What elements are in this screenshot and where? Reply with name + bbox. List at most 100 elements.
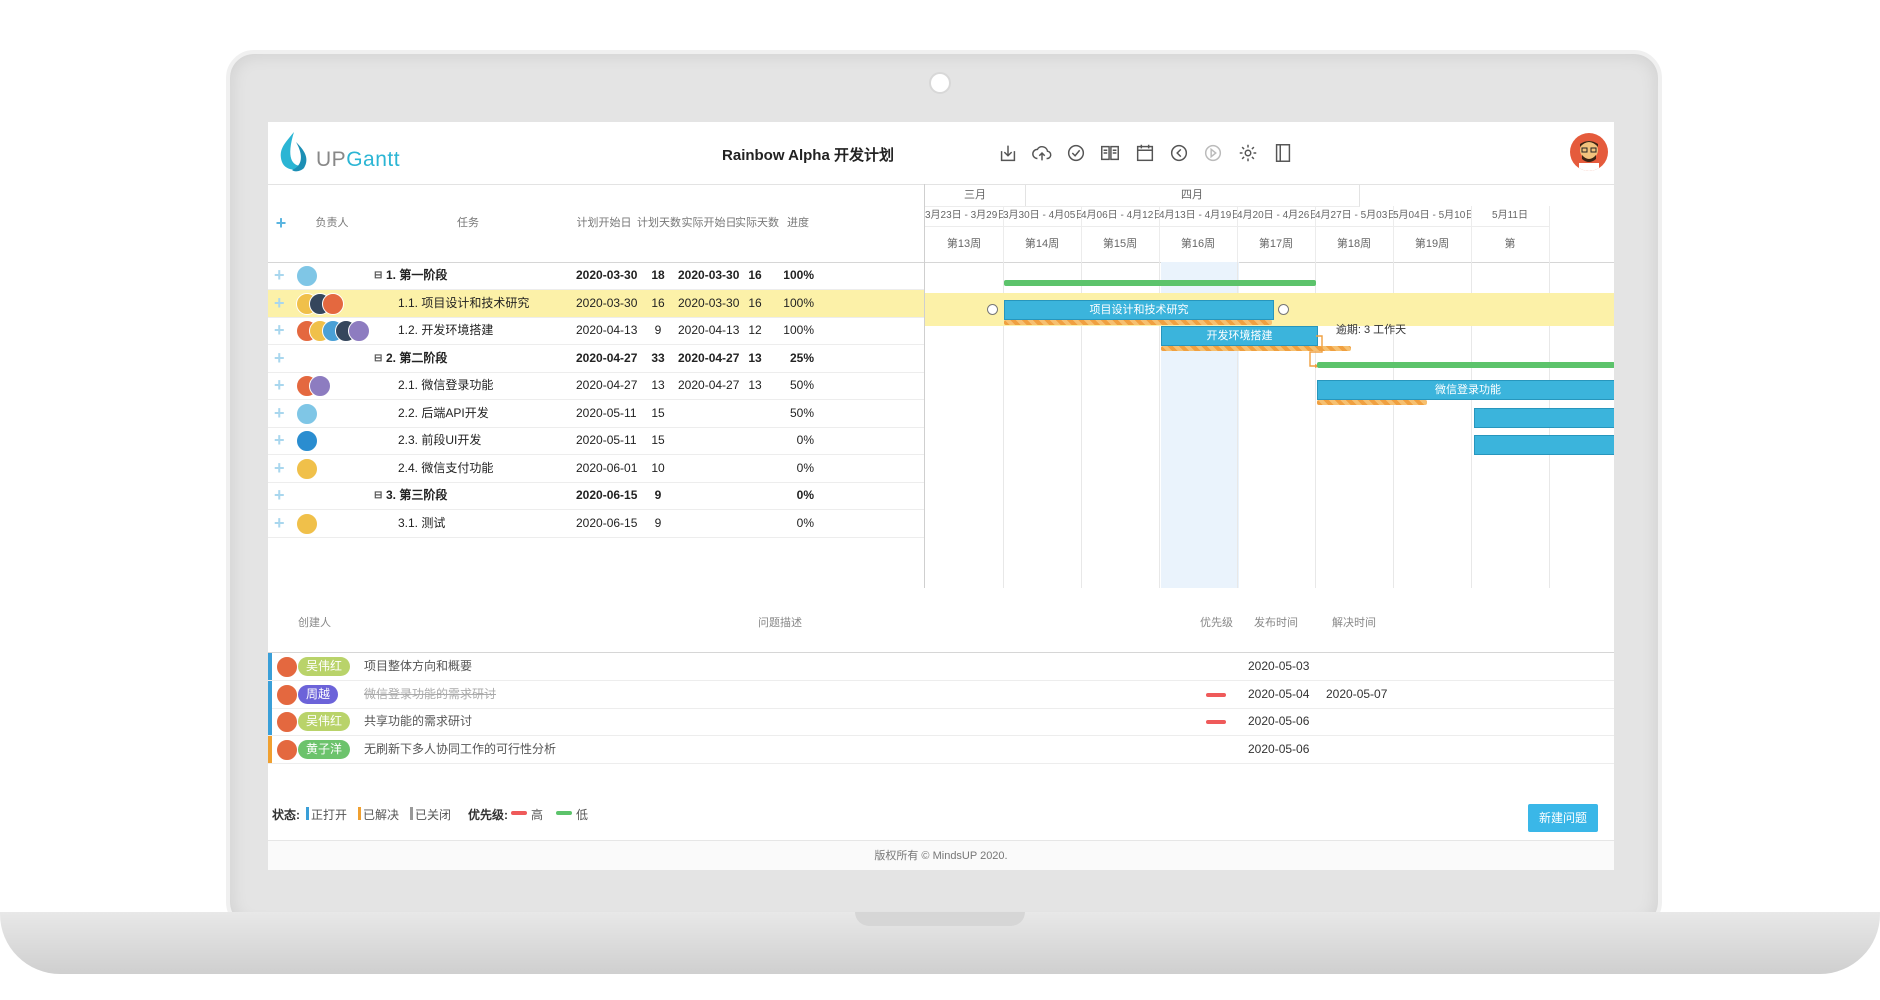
task-name[interactable]: 1.2. 开发环境搭建	[398, 317, 493, 344]
issue-list-header: 创建人 问题描述 优先级 发布时间 解决时间	[268, 588, 1614, 653]
task-name[interactable]: 1.1. 项目设计和技术研究	[398, 290, 529, 317]
owner-avatar[interactable]	[309, 375, 331, 397]
actual-days	[745, 482, 765, 509]
add-subtask-icon[interactable]: +	[274, 290, 285, 317]
legend-high-swatch	[511, 811, 527, 815]
calendar-icon[interactable]	[1132, 140, 1158, 166]
add-subtask-icon[interactable]: +	[274, 400, 285, 427]
owner-avatar[interactable]	[296, 457, 318, 480]
task-row[interactable]: +2.4. 微信支付功能 2020-06-01 10 0%	[268, 455, 924, 483]
task-bar-frontend-ui[interactable]	[1474, 435, 1614, 455]
task-row[interactable]: +2.2. 后端API开发 2020-05-11 15 50%	[268, 400, 924, 428]
add-subtask-icon[interactable]: +	[274, 455, 285, 482]
issue-row[interactable]: 周越 微信登录功能的需求研讨 2020-05-04 2020-05-07	[268, 680, 1614, 709]
collapse-icon[interactable]: ⊟	[374, 262, 382, 289]
add-task-icon[interactable]: +	[272, 184, 290, 262]
creator-avatar	[276, 656, 298, 678]
add-subtask-icon[interactable]: +	[274, 317, 285, 344]
owner-avatar[interactable]	[296, 265, 318, 287]
add-subtask-icon[interactable]: +	[274, 510, 285, 537]
play-icon[interactable]	[1200, 140, 1226, 166]
collapse-icon[interactable]: ⊟	[374, 345, 382, 372]
actual-bar-design	[1004, 320, 1272, 325]
cloud-upload-icon[interactable]	[1029, 140, 1055, 166]
add-subtask-icon[interactable]: +	[274, 427, 285, 454]
add-subtask-icon[interactable]: +	[274, 345, 285, 372]
issue-row[interactable]: 吴伟红 项目整体方向和概要 2020-05-03	[268, 653, 1614, 681]
phase2-summary-bar[interactable]	[1317, 362, 1614, 368]
issue-row[interactable]: 黄子洋 无刷新下多人协同工作的可行性分析 2020-05-06	[268, 735, 1614, 764]
week-range: 3月30日 - 4月05日	[1003, 206, 1082, 227]
task-bar-devenv[interactable]: 开发环境搭建	[1161, 326, 1318, 346]
download-icon[interactable]	[995, 140, 1021, 166]
header-priority: 优先级	[1200, 617, 1233, 629]
task-row[interactable]: +3.1. 测试 2020-06-15 9 0%	[268, 510, 924, 538]
owner-avatar[interactable]	[296, 512, 318, 535]
gear-icon[interactable]	[1235, 140, 1261, 166]
owner-avatar[interactable]	[348, 320, 370, 342]
task-name[interactable]: 3. 第三阶段	[386, 482, 447, 509]
creator-avatar	[276, 683, 298, 706]
issue-published: 2020-05-06	[1248, 714, 1310, 728]
task-row[interactable]: + ⊟ 2. 第二阶段 2020-04-27 33 2020-04-27 13 25%	[268, 345, 924, 373]
task-name[interactable]: 2.2. 后端API开发	[398, 400, 489, 427]
actual-start: 2020-03-30	[678, 295, 740, 310]
creator-name[interactable]: 吴伟红	[298, 657, 351, 676]
delay-label: 逾期: 3 工作天	[1335, 324, 1407, 336]
add-subtask-icon[interactable]: +	[274, 482, 285, 509]
issue-description[interactable]: 项目整体方向和概要	[364, 653, 472, 680]
week-range: 4月13日 - 4月19日	[1159, 206, 1238, 227]
owner-avatar[interactable]	[296, 402, 318, 425]
add-subtask-icon[interactable]: +	[274, 262, 285, 289]
task-name[interactable]: 2.1. 微信登录功能	[398, 372, 493, 399]
task-bar-wechat-login[interactable]: 微信登录功能	[1317, 380, 1614, 400]
book-icon[interactable]	[1097, 140, 1123, 166]
task-name[interactable]: 1. 第一阶段	[386, 262, 447, 289]
task-name[interactable]: 3.1. 测试	[398, 510, 445, 537]
drag-handle-left[interactable]	[987, 304, 998, 315]
drag-handle-right[interactable]	[1278, 304, 1289, 315]
new-issue-button[interactable]: 新建问题	[1528, 804, 1598, 832]
task-name[interactable]: 2.4. 微信支付功能	[398, 455, 493, 482]
badge-icon[interactable]	[1063, 140, 1089, 166]
issue-description[interactable]: 共享功能的需求研讨	[364, 708, 472, 735]
add-subtask-icon[interactable]: +	[274, 372, 285, 399]
user-avatar[interactable]	[1570, 133, 1608, 171]
task-row[interactable]: +1.1. 项目设计和技术研究 2020-03-30 16 2020-03-30 16 1…	[268, 289, 924, 318]
plan-start: 2020-05-11	[576, 405, 637, 420]
task-row[interactable]: +2.1. 微信登录功能 2020-04-27 13 2020-04-27 13 50%	[268, 372, 924, 400]
owner-avatar[interactable]	[322, 292, 344, 315]
actual-days	[745, 400, 765, 427]
back-icon[interactable]	[1166, 140, 1192, 166]
task-row[interactable]: +2.3. 前段UI开发 2020-05-11 15 0%	[268, 427, 924, 455]
creator-name[interactable]: 周越	[298, 684, 339, 704]
task-bar-backend-api[interactable]	[1474, 408, 1614, 428]
plan-days: 15	[651, 433, 665, 447]
legend-priority-label: 优先级:	[468, 808, 508, 822]
plan-days: 9	[654, 488, 662, 502]
plan-start: 2020-04-27	[576, 350, 638, 365]
task-row[interactable]: +1.2. 开发环境搭建 2020-04-13 9 2020-04-13 12 100%	[268, 317, 924, 345]
task-name[interactable]: 2.3. 前段UI开发	[398, 427, 481, 454]
task-bar-design[interactable]: 项目设计和技术研究	[1004, 300, 1274, 320]
actual-start: 2020-04-27	[678, 350, 740, 365]
issue-description[interactable]: 无刷新下多人协同工作的可行性分析	[364, 736, 556, 763]
owner-avatar[interactable]	[296, 430, 318, 452]
top-bar: UPGantt Rainbow Alpha 开发计划	[268, 122, 1614, 185]
legend-low: 低	[576, 808, 589, 822]
issue-legend-bar: 状态: 正打开 已解决 已关闭 优先级: 高 低 新建问题	[268, 794, 1614, 840]
creator-name[interactable]: 吴伟红	[298, 712, 351, 731]
creator-name[interactable]: 黄子洋	[298, 739, 351, 759]
legend-resolved: 已解决	[363, 808, 400, 822]
phase1-summary-bar[interactable]	[1004, 280, 1316, 286]
plan-days: 10	[651, 460, 665, 475]
issue-row[interactable]: 吴伟红 共享功能的需求研讨 2020-05-06	[268, 708, 1614, 736]
header-plan-start: 计划开始日	[576, 217, 632, 229]
task-row[interactable]: + ⊟ 1. 第一阶段 2020-03-30 18 2020-03-30 16 100%	[268, 262, 924, 290]
collapse-icon[interactable]: ⊟	[374, 482, 382, 509]
issue-description[interactable]: 微信登录功能的需求研讨	[364, 681, 496, 708]
panel-icon[interactable]	[1270, 140, 1296, 166]
task-row[interactable]: + ⊟ 3. 第三阶段 2020-06-15 9 0%	[268, 482, 924, 510]
legend-low-swatch	[556, 811, 572, 815]
task-name[interactable]: 2. 第二阶段	[386, 345, 447, 372]
